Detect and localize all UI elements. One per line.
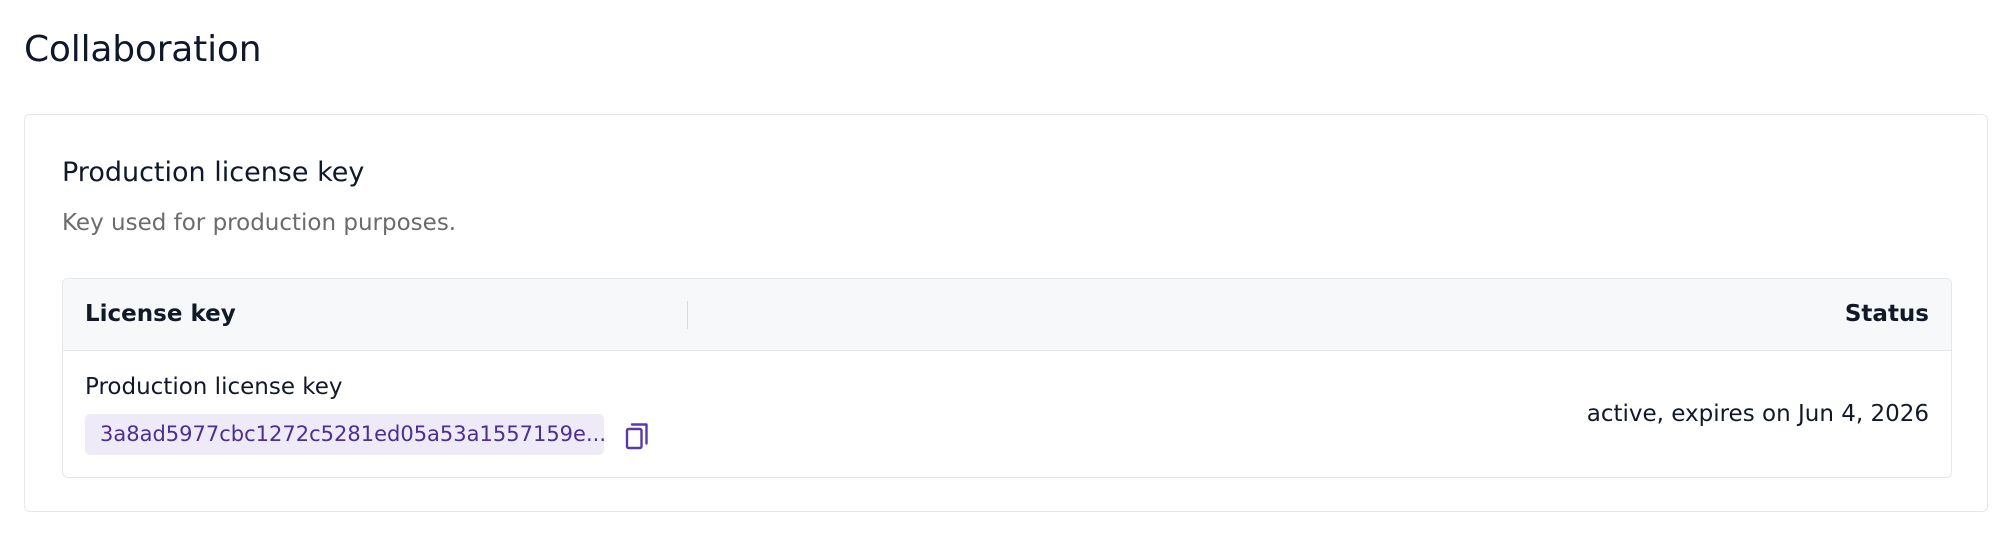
column-divider[interactable] — [687, 301, 688, 329]
card-description: Key used for production purposes. — [62, 210, 457, 236]
column-header-license-key: License key — [85, 301, 236, 327]
page-title: Collaboration — [24, 29, 262, 70]
license-status: active, expires on Jun 4, 2026 — [1586, 401, 1929, 427]
license-key-card: Production license key Key used for prod… — [24, 114, 1988, 512]
license-key-value[interactable]: 3a8ad5977cbc1272c5281ed05a53a1557159e... — [85, 414, 604, 455]
license-key-table: License key Status Production license ke… — [62, 278, 1952, 478]
table-header: License key Status — [63, 279, 1951, 351]
card-title: Production license key — [62, 157, 365, 188]
column-header-status: Status — [1844, 301, 1929, 327]
copy-icon — [625, 423, 648, 450]
license-key-name: Production license key — [85, 374, 343, 400]
copy-button[interactable] — [622, 418, 654, 452]
table-row: Production license key 3a8ad5977cbc1272c… — [63, 351, 1951, 477]
